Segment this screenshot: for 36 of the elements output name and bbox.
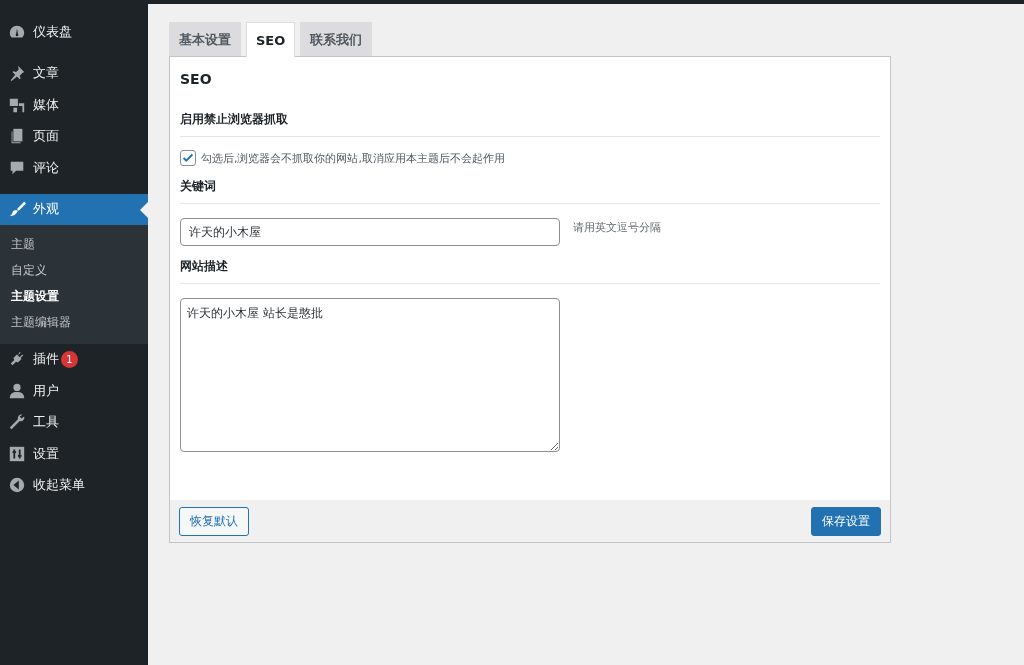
checkbox[interactable]	[180, 150, 196, 166]
tab[interactable]: 联系我们	[300, 22, 373, 56]
submenu-item[interactable]: 自定义	[0, 257, 148, 284]
save-button[interactable]: 保存设置	[811, 507, 881, 536]
tab[interactable]: SEO	[246, 22, 296, 57]
sidebar-item[interactable]: 媒体	[0, 89, 148, 121]
panel-title: SEO	[180, 71, 213, 87]
sidebar-item[interactable]: 评论	[0, 152, 148, 184]
checkbox-label: 勾选后,浏览器会不抓取你的网站,取消应用本主题后不会起作用	[201, 150, 505, 166]
sidebar-item[interactable]: 插件 1	[0, 343, 148, 375]
field-hint: 请用英文逗号分隔	[573, 220, 661, 235]
sidebar-item[interactable]: 设置	[0, 438, 148, 470]
sidebar-item[interactable]: 用户	[0, 375, 148, 407]
section-heading: 启用禁止浏览器抓取	[180, 111, 880, 137]
sliders-icon	[8, 444, 26, 463]
pin-icon	[8, 64, 26, 83]
submenu-item[interactable]: 主题编辑器	[0, 309, 148, 336]
sidebar-item[interactable]: 仪表盘	[0, 16, 148, 48]
tab[interactable]: 基本设置	[169, 22, 241, 56]
sidebar-item[interactable]: 工具	[0, 406, 148, 438]
sidebar-item[interactable]: 收起菜单	[0, 469, 148, 501]
sidebar-item[interactable]: 页面	[0, 120, 148, 152]
keywords-field[interactable]: 许天的小木屋	[180, 218, 560, 246]
submenu-item[interactable]: 主题	[0, 231, 148, 258]
sidebar-item[interactable]: 文章	[0, 57, 148, 89]
description-field[interactable]: 许天的小木屋 站长是憨批	[180, 298, 560, 452]
collapse-icon	[8, 476, 26, 495]
section-heading: 网站描述	[180, 258, 880, 284]
wrench-icon	[8, 413, 26, 432]
user-icon	[8, 381, 26, 400]
sidebar-item[interactable]: 外观	[0, 193, 148, 225]
submenu-item[interactable]: 主题设置	[0, 283, 148, 310]
brush-icon	[8, 200, 26, 218]
update-count-badge: 1	[61, 350, 78, 368]
section-heading: 关键词	[180, 178, 880, 204]
reset-button[interactable]: 恢复默认	[179, 507, 249, 536]
